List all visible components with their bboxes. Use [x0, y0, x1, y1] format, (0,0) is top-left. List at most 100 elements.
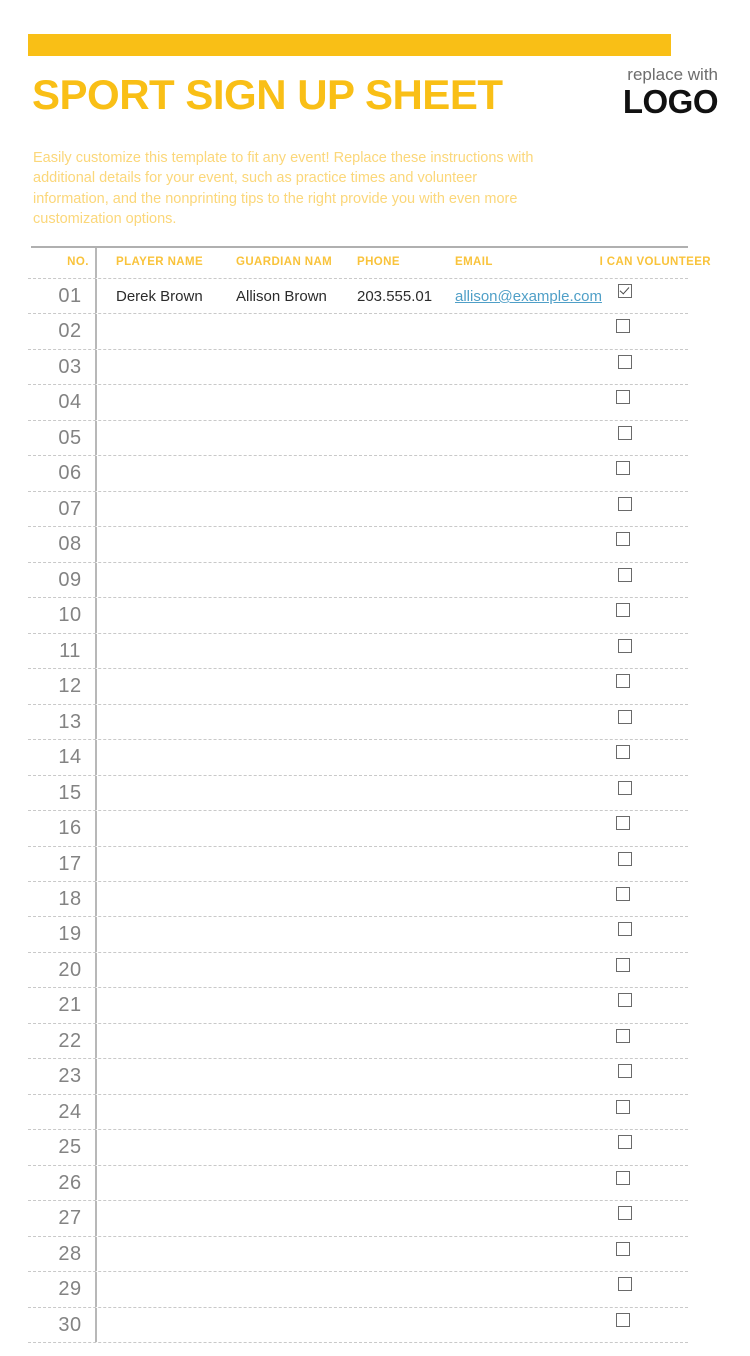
row-number: 17	[58, 852, 82, 875]
volunteer-checkbox[interactable]	[618, 354, 632, 369]
row-column-divider	[95, 740, 97, 775]
row-column-divider	[95, 491, 97, 527]
volunteer-checkbox[interactable]	[618, 851, 632, 866]
email-link[interactable]: allison@example.com	[455, 288, 602, 305]
row-column-divider	[95, 1059, 97, 1094]
volunteer-checkbox[interactable]	[616, 1099, 630, 1114]
row-column-divider	[95, 314, 97, 349]
row-column-divider	[95, 1236, 97, 1272]
row-column-divider	[95, 775, 97, 811]
row-number: 13	[58, 710, 82, 733]
volunteer-checkbox[interactable]	[618, 425, 632, 440]
volunteer-checkbox[interactable]	[616, 745, 630, 760]
volunteer-checkbox[interactable]	[616, 390, 630, 405]
row-number: 02	[58, 320, 82, 343]
volunteer-checkbox[interactable]	[616, 886, 630, 901]
volunteer-checkbox[interactable]	[616, 461, 630, 476]
volunteer-checkbox[interactable]	[616, 532, 630, 547]
row-column-divider	[95, 1023, 97, 1059]
header-accent-bar	[28, 34, 671, 56]
volunteer-checkbox[interactable]	[618, 993, 632, 1008]
table-row: 05	[28, 420, 688, 457]
row-column-divider	[95, 988, 97, 1023]
row-number: 10	[58, 604, 82, 627]
volunteer-checkbox[interactable]	[618, 1277, 632, 1292]
row-column-divider	[95, 1165, 97, 1201]
volunteer-checkbox[interactable]	[618, 709, 632, 724]
row-number: 12	[58, 675, 82, 698]
table-row: 23	[28, 1059, 688, 1095]
row-column-divider	[95, 598, 97, 633]
row-number: 06	[58, 462, 82, 485]
row-number: 20	[58, 958, 82, 981]
volunteer-checkbox[interactable]	[616, 1170, 630, 1185]
row-column-divider	[95, 881, 97, 917]
volunteer-checkbox[interactable]	[616, 603, 630, 618]
row-number: 19	[58, 923, 82, 946]
column-header-volunteer: I CAN VOLUNTEER	[599, 256, 711, 268]
row-column-divider	[95, 669, 97, 704]
row-column-divider	[95, 1307, 97, 1343]
row-number: 30	[58, 1313, 82, 1336]
volunteer-checkbox[interactable]	[618, 638, 632, 653]
row-number: 28	[58, 1242, 82, 1265]
cell-player-name: Derek Brown	[116, 288, 203, 305]
cell-guardian-name: Allison Brown	[236, 288, 327, 305]
logo-text: LOGO	[622, 83, 719, 120]
table-row: 22	[28, 1023, 688, 1060]
sign-up-table: NO. PLAYER NAME GUARDIAN NAM PHONE EMAIL…	[28, 246, 711, 1344]
row-column-divider	[95, 811, 97, 846]
volunteer-checkbox[interactable]	[618, 1206, 632, 1221]
volunteer-checkbox[interactable]	[618, 284, 632, 298]
table-row: 20	[28, 952, 688, 989]
row-number: 18	[58, 887, 82, 910]
row-number: 22	[58, 1029, 82, 1052]
logo-placeholder: replace with LOGO	[622, 64, 719, 120]
volunteer-checkbox[interactable]	[616, 957, 630, 972]
table-row: 10	[28, 598, 688, 634]
volunteer-checkbox[interactable]	[618, 1064, 632, 1079]
row-number: 04	[58, 391, 82, 414]
row-column-divider	[95, 1094, 97, 1130]
column-header-phone: PHONE	[357, 256, 400, 268]
volunteer-checkbox[interactable]	[616, 674, 630, 689]
column-header-player-name: PLAYER NAME	[116, 256, 204, 268]
table-row: 29	[28, 1272, 688, 1308]
row-number: 24	[58, 1100, 82, 1123]
table-header-row: NO. PLAYER NAME GUARDIAN NAM PHONE EMAIL…	[28, 248, 711, 278]
row-column-divider	[95, 1130, 97, 1165]
row-column-divider	[95, 279, 97, 314]
table-row: 17	[28, 846, 688, 882]
volunteer-checkbox[interactable]	[618, 922, 632, 937]
row-column-divider	[95, 349, 97, 385]
volunteer-checkbox[interactable]	[618, 567, 632, 582]
row-number: 11	[59, 639, 81, 662]
cell-email[interactable]: allison@example.com	[455, 288, 633, 305]
volunteer-checkbox[interactable]	[618, 780, 632, 795]
table-row: 16	[28, 811, 688, 847]
volunteer-checkbox[interactable]	[616, 1028, 630, 1043]
row-column-divider	[95, 456, 97, 491]
volunteer-checkbox[interactable]	[616, 1241, 630, 1256]
table-row: 27	[28, 1201, 688, 1237]
row-number: 15	[58, 781, 82, 804]
row-column-divider	[95, 952, 97, 988]
row-number: 25	[58, 1136, 82, 1159]
column-header-email: EMAIL	[455, 256, 493, 268]
row-column-divider	[95, 704, 97, 740]
row-number: 01	[58, 285, 82, 307]
volunteer-checkbox[interactable]	[616, 319, 630, 334]
page-title: SPORT SIGN UP SHEET	[32, 71, 503, 118]
table-row: 25	[28, 1130, 688, 1166]
volunteer-checkbox[interactable]	[616, 816, 630, 831]
row-number: 29	[58, 1278, 82, 1301]
table-row: 24	[28, 1094, 688, 1131]
table-row: 19	[28, 917, 688, 953]
volunteer-checkbox[interactable]	[618, 1135, 632, 1150]
table-row: 28	[28, 1236, 688, 1273]
volunteer-checkbox[interactable]	[618, 496, 632, 511]
volunteer-checkbox[interactable]	[616, 1312, 630, 1327]
row-number: 23	[58, 1065, 82, 1088]
table-row: 01 Derek Brown Allison Brown 203.555.01 alli…	[28, 278, 688, 315]
table-row: 21	[28, 988, 688, 1024]
